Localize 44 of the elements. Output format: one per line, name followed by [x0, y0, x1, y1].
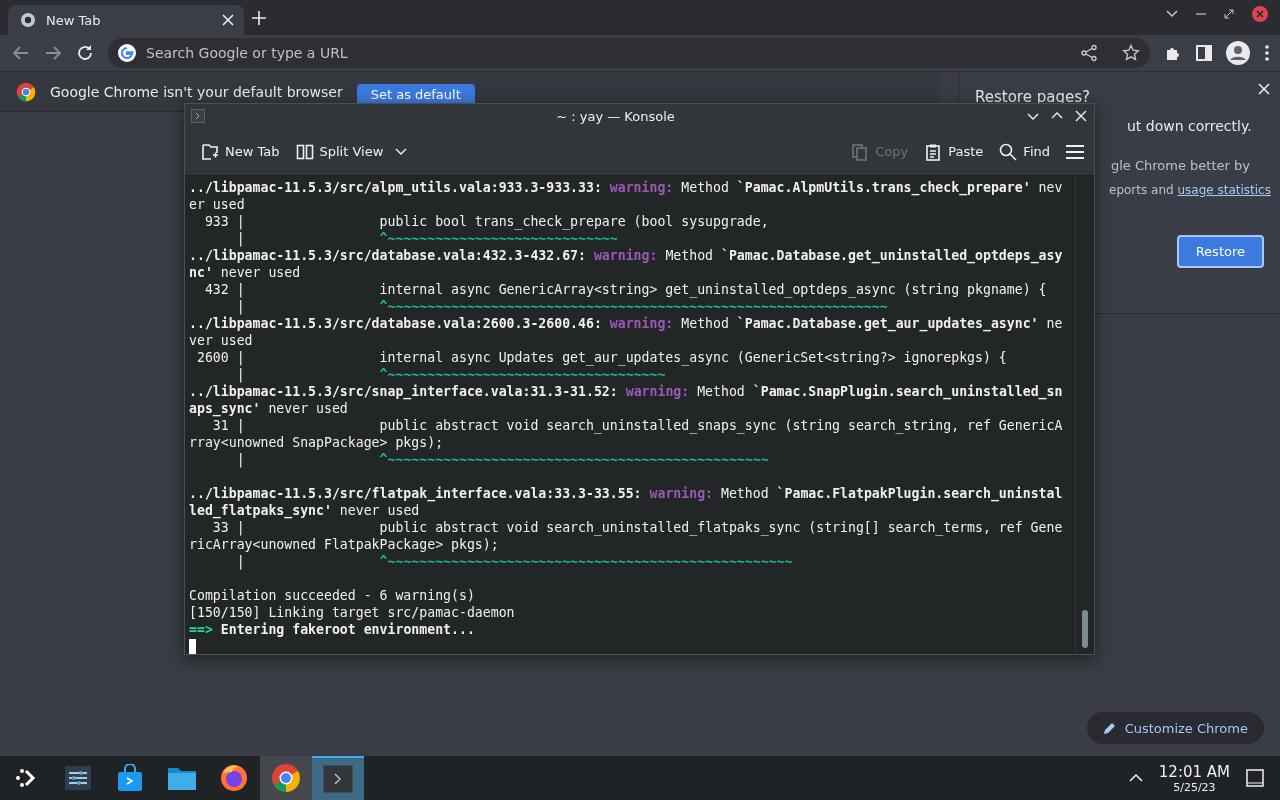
usage-statistics-link[interactable]: usage statistics: [1177, 183, 1271, 197]
terminal-line: aps_sync' never used: [189, 400, 349, 417]
terminal-line: ../libpamac-11.5.3/src/flatpak_interface.vala:33.3-33.55: warning: Method `Pamac.FlatpakPlugin.search_uninstal: [189, 485, 1064, 502]
restore-message: eports and: [1109, 183, 1175, 197]
default-browser-message: Google Chrome isn't your default browser: [50, 83, 343, 100]
set-default-button[interactable]: Set as default: [356, 84, 475, 105]
new-tab-button[interactable]: New Tab: [195, 136, 286, 167]
restore-title: Restore pages?: [975, 88, 1091, 106]
paste-button[interactable]: Paste: [918, 136, 990, 167]
terminal-line: | ^~~~~~~~~~~~~~~~~~~~~~~~~~~~~~~~~~~~~~~~~~~~~~~~~~~~: [235, 553, 794, 570]
terminal-line: [150/150] Linking target src/pamac-daemon: [189, 604, 516, 621]
address-bar[interactable]: Search Google or type a URL: [108, 38, 1150, 68]
restore-message: ut down correctly.: [1127, 118, 1253, 134]
customize-chrome-button[interactable]: Customize Chrome: [1086, 712, 1264, 744]
browser-tab[interactable]: New Tab: [8, 5, 244, 35]
clock-date: 5/25/23: [1173, 780, 1216, 794]
restore-message: gle Chrome better by: [1111, 158, 1251, 173]
terminal-line: ricArray<unowned FlatpakPackage> pkgs);: [189, 536, 500, 553]
terminal-line: | ^~~~~~~~~~~~~~~~~~~~~~~~~~~~~~~~~~~~~~~~~~~~~~~~~~~~~~~~~~~~~~~~: [235, 298, 889, 315]
terminal-line: 432 | internal async GenericArray<string> get_uninstalled_optdeps_async (string pkgname) {: [203, 281, 1048, 298]
terminal-line: 2600 | internal async Updates get_aur_updates_async (GenericSet<string?> ignorepkgs) {: [195, 349, 1008, 366]
terminal-line: | ^~~~~~~~~~~~~~~~~~~~~~~~~~~~~~~~~~~~: [235, 366, 667, 383]
window-title: ~ : yay — Konsole: [555, 108, 676, 124]
terminal-line: 933 | public bool trans_check_prepare (bool sysupgrade,: [203, 213, 770, 230]
terminal-line: 31 | public abstract void search_uninstalled_snaps_sync (string search_string, ref GenericA: [211, 417, 1064, 434]
terminal-line: | ^~~~~~~~~~~~~~~~~~~~~~~~~~~~~~~~~~~~~~~~~~~~~~~~~: [235, 451, 770, 468]
tab-title: New Tab: [46, 12, 102, 28]
terminal-line: 33 | public abstract void search_uninstalled_flatpaks_sync (string[] search_terms, ref Gene: [211, 519, 1064, 536]
terminal-line: ver used: [189, 332, 254, 349]
terminal-line: led_flatpaks_sync' never used: [189, 502, 421, 519]
terminal-line: rray<unowned SnapPackage> pkgs);: [189, 434, 445, 451]
terminal-line: ==> Entering fakeroot environment...: [189, 621, 476, 638]
find-button[interactable]: Find: [993, 136, 1056, 167]
terminal-line: ../libpamac-11.5.3/src/database.vala:432.3-432.67: warning: Method `Pamac.Database.get_uninstalled_optdeps_asy: [189, 247, 1064, 264]
terminal-line: nc' never used: [189, 264, 302, 281]
terminal-line: er used: [189, 196, 246, 213]
terminal-line: Compilation succeeded - 6 warning(s): [189, 587, 476, 604]
restore-button[interactable]: Restore: [1176, 235, 1264, 268]
terminal-line: ../libpamac-11.5.3/src/snap_interface.vala:31.3-31.52: warning: Method `Pamac.SnapPlugin.search_uninstalled_sn: [189, 383, 1064, 400]
split-button[interactable]: Split View: [289, 136, 414, 167]
clock-time: 12:01 AM: [1158, 762, 1230, 781]
terminal-line: | ^~~~~~~~~~~~~~~~~~~~~~~~~~~~~~: [235, 230, 619, 247]
terminal-line: ../libpamac-11.5.3/src/alpm_utils.vala:933.3-933.33: warning: Method `Pamac.AlpmUtils.trans_check_prepare' nev: [189, 179, 1064, 196]
terminal-line: ../libpamac-11.5.3/src/database.vala:2600.3-2600.46: warning: Method `Pamac.Database.get_aur_updates_async' ne: [189, 315, 1064, 332]
